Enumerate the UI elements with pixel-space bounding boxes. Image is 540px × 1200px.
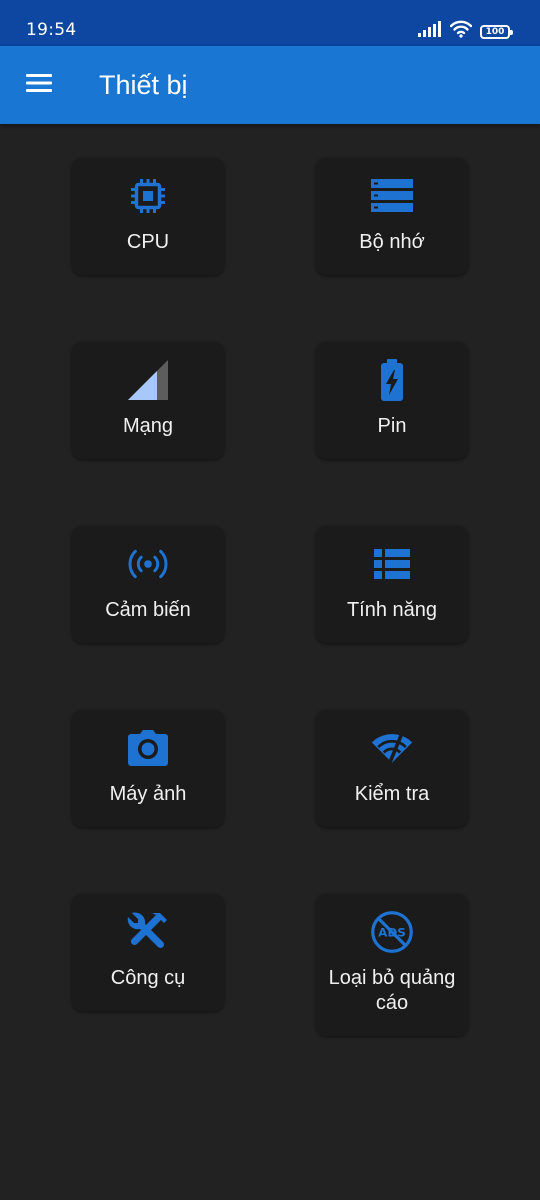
battery-icon: 100 (480, 24, 513, 39)
list-icon (370, 542, 414, 586)
tile-remove-ads[interactable]: ADS Loại bỏ quảng cáo (316, 894, 468, 1036)
tile-label: Mạng (122, 415, 174, 437)
wifi-test-icon (370, 726, 414, 770)
status-bar: 19:54 100 (0, 0, 540, 46)
tile-label: Tính năng (346, 599, 438, 621)
wifi-icon (449, 20, 473, 43)
tile-label: Công cụ (110, 967, 186, 989)
tile-label: Kiểm tra (354, 783, 430, 805)
tile-features[interactable]: Tính năng (316, 526, 468, 643)
cellular-signal-icon (418, 21, 442, 42)
signal-icon (126, 358, 170, 402)
tile-cpu[interactable]: CPU (72, 158, 224, 275)
tile-label: Cảm biến (105, 599, 191, 621)
app-bar: Thiết bị (0, 46, 540, 124)
hamburger-menu-icon (25, 73, 53, 98)
battery-charging-icon (370, 358, 414, 402)
sensor-icon (126, 542, 170, 586)
tools-icon (126, 910, 170, 954)
storage-icon (370, 174, 414, 218)
page-title: Thiết bị (99, 70, 188, 100)
cpu-icon (126, 174, 170, 218)
tile-sensors[interactable]: Cảm biến (72, 526, 224, 643)
tile-label: Pin (377, 415, 407, 437)
tile-label: CPU (126, 231, 170, 253)
tile-label: Máy ảnh (109, 783, 187, 805)
menu-button[interactable] (20, 66, 58, 104)
tile-battery[interactable]: Pin (316, 342, 468, 459)
no-ads-icon: ADS (370, 910, 414, 954)
tile-camera[interactable]: Máy ảnh (72, 710, 224, 827)
status-icons: 100 (418, 20, 513, 43)
camera-icon (126, 726, 170, 770)
tile-memory[interactable]: Bộ nhớ (316, 158, 468, 275)
tile-label: Bộ nhớ (359, 231, 425, 253)
tile-network[interactable]: Mạng (72, 342, 224, 459)
tile-tools[interactable]: Công cụ (72, 894, 224, 1011)
tile-label: Loại bỏ quảng cáo (328, 967, 456, 1014)
tile-test[interactable]: Kiểm tra (316, 710, 468, 827)
status-time: 19:54 (26, 20, 77, 40)
